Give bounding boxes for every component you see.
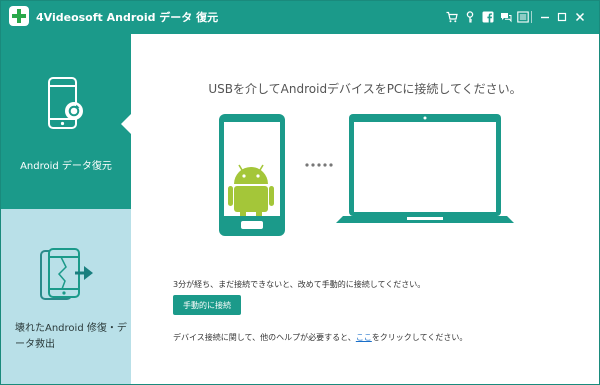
sidebar-item-label: Android データ復元: [20, 161, 112, 172]
sidebar-item-android-data-recovery[interactable]: Android データ復元: [1, 34, 131, 209]
broken-phone-icon: [40, 248, 93, 300]
close-icon[interactable]: [574, 11, 586, 23]
key-icon[interactable]: [464, 11, 476, 23]
cart-icon[interactable]: [446, 11, 458, 23]
facebook-icon[interactable]: [482, 11, 494, 23]
maximize-icon[interactable]: [556, 11, 568, 23]
toolbar-separator: [531, 11, 532, 23]
sidebar-item-broken-android-repair[interactable]: 壊れたAndroid 修復・データ救出: [1, 209, 131, 384]
main-panel: USBを介してAndroidデバイスをPCに接続してください。 3分が経ち、まだ…: [131, 34, 599, 384]
feedback-icon[interactable]: [500, 11, 512, 23]
help-text: デバイス接続に関して、他のヘルプが必要すると、ここをクリックしてください。: [173, 332, 467, 343]
sidebar-item-label: 壊れたAndroid 修復・データ救出: [15, 323, 127, 350]
dots-connector-icon: [305, 163, 333, 167]
menu-icon[interactable]: [517, 11, 529, 23]
help-prefix: デバイス接続に関して、他のヘルプが必要すると、: [173, 333, 356, 342]
title-bar: 4Videosoft Android データ 復元: [1, 1, 599, 34]
phone-recovery-icon: [48, 77, 83, 129]
retry-hint: 3分が経ち、まだ接続できないと、改めて手動的に接続してください。: [173, 280, 426, 289]
minimize-icon[interactable]: [539, 11, 551, 23]
active-item-pointer: [121, 114, 131, 134]
help-suffix: をクリックしてください。: [371, 333, 468, 342]
manual-connect-button[interactable]: 手動的に接続: [173, 295, 241, 315]
laptop-icon: [336, 114, 514, 223]
help-link[interactable]: ここ: [356, 333, 372, 342]
app-window: 4Videosoft Android データ 復元 Android データ復元 …: [0, 0, 600, 385]
plus-icon: [9, 6, 29, 26]
android-phone-icon: [219, 114, 285, 236]
sidebar: Android データ復元 壊れたAndroid 修復・データ救出: [1, 34, 131, 384]
app-title: 4Videosoft Android データ 復元: [36, 11, 219, 24]
